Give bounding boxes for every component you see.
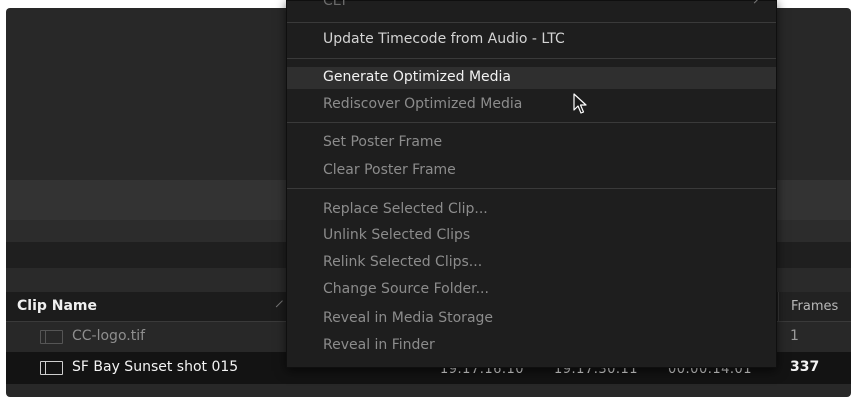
menu-separator	[287, 58, 776, 59]
menu-item-reveal-in-media-storage[interactable]: Reveal in Media Storage	[287, 308, 776, 330]
menu-item-label: Relink Selected Clips...	[323, 254, 483, 270]
menu-item-unlink-selected-clips[interactable]: Unlink Selected Clips	[287, 225, 776, 247]
column-header-clip-name[interactable]: Clip Name	[17, 298, 97, 314]
context-menu: CEI Update Timecode from Audio - LTC Gen…	[286, 0, 777, 368]
menu-item-change-source-folder[interactable]: Change Source Folder...	[287, 279, 776, 301]
menu-item-label: Change Source Folder...	[323, 281, 489, 297]
clip-thumbnail-icon	[40, 361, 63, 375]
submenu-arrow-icon	[749, 0, 760, 4]
menu-separator	[287, 22, 776, 23]
menu-item-label: Update Timecode from Audio - LTC	[323, 31, 565, 47]
clip-thumbnail-icon	[40, 330, 63, 344]
menu-item-label: Replace Selected Clip...	[323, 201, 488, 217]
menu-separator	[287, 122, 776, 123]
menu-item-label: Reveal in Finder	[323, 337, 435, 353]
clip-name: SF Bay Sunset shot 015	[72, 359, 239, 375]
clip-name: CC-logo.tif	[72, 328, 146, 344]
mouse-cursor-icon	[573, 93, 587, 114]
menu-item-label: Clear Poster Frame	[323, 162, 456, 178]
menu-item-generate-optimized-media[interactable]: Generate Optimized Media	[287, 67, 776, 89]
menu-item-label: Reveal in Media Storage	[323, 310, 494, 326]
menu-item-update-timecode[interactable]: Update Timecode from Audio - LTC	[287, 29, 776, 51]
clip-frames: 1	[790, 328, 799, 344]
menu-item-replace-selected-clip[interactable]: Replace Selected Clip...	[287, 199, 776, 221]
clip-frames: 337	[790, 359, 820, 375]
menu-separator	[287, 188, 776, 189]
menu-item-label: Unlink Selected Clips	[323, 227, 471, 243]
menu-item-set-poster-frame[interactable]: Set Poster Frame	[287, 132, 776, 154]
menu-item-label: Set Poster Frame	[323, 134, 443, 150]
column-header-frames-label: Frames	[791, 299, 839, 314]
menu-item-label: CEI	[323, 0, 346, 9]
menu-item-rediscover-optimized-media[interactable]: Rediscover Optimized Media	[287, 94, 776, 116]
menu-item-reveal-in-finder[interactable]: Reveal in Finder	[287, 335, 776, 357]
menu-item-label: Rediscover Optimized Media	[323, 96, 523, 112]
menu-item-relink-selected-clips[interactable]: Relink Selected Clips...	[287, 252, 776, 274]
menu-item-label: Generate Optimized Media	[323, 69, 511, 85]
column-header-frames[interactable]: Frames	[778, 292, 851, 321]
menu-item-cei[interactable]: CEI	[287, 0, 776, 23]
menu-item-clear-poster-frame[interactable]: Clear Poster Frame	[287, 160, 776, 182]
